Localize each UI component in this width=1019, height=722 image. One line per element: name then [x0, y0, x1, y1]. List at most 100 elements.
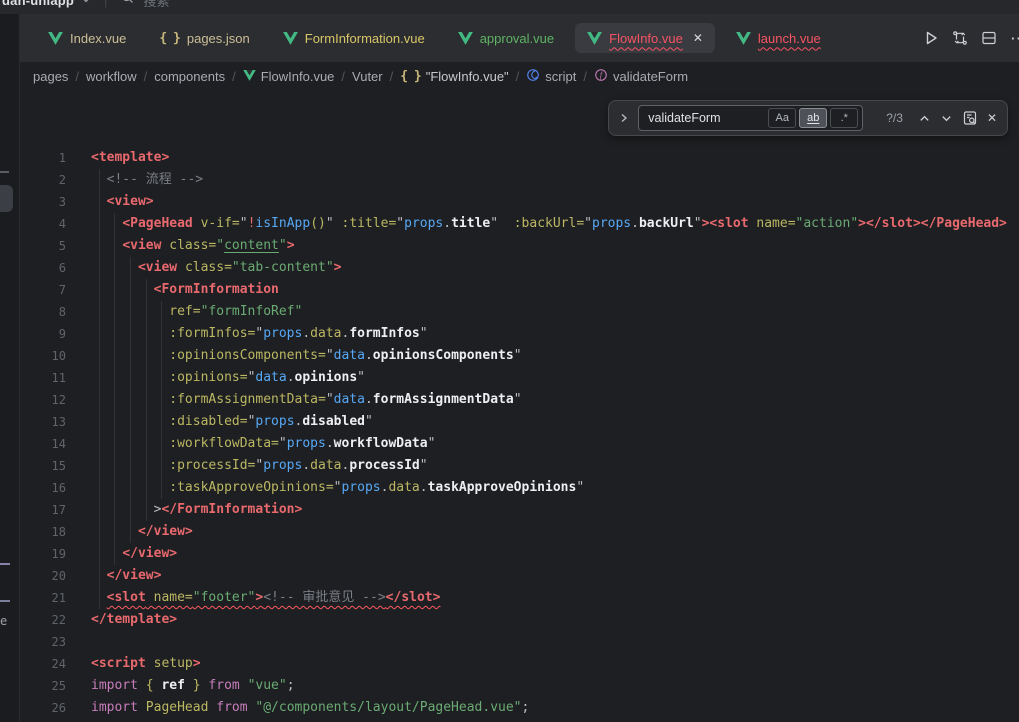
line-number[interactable]: 20 [20, 565, 66, 587]
split-editor-icon[interactable] [981, 30, 997, 46]
breadcrumb-item-vuter[interactable]: Vuter [352, 69, 383, 84]
breadcrumb-item-workflow[interactable]: workflow [86, 69, 137, 84]
code-line[interactable]: 5 <view class="content"> [20, 235, 1019, 257]
find-widget: Aa ab .* ?/3 ✕ [608, 100, 1008, 136]
code-line[interactable]: 21 <slot name="footer"><!-- 审批意见 --></sl… [20, 587, 1019, 609]
code-line[interactable]: 13 :disabled="props.disabled" [20, 411, 1019, 433]
line-number[interactable]: 9 [20, 323, 66, 345]
line-number[interactable]: 24 [20, 653, 66, 675]
tab-launch-vue[interactable]: launch.vue [724, 23, 833, 53]
line-number[interactable]: 15 [20, 455, 66, 477]
line-number[interactable]: 3 [20, 191, 66, 213]
function-icon: f [594, 68, 608, 85]
breadcrumb-label: FlowInfo.vue [261, 69, 335, 84]
code-line[interactable]: 24<script setup> [20, 653, 1019, 675]
line-number[interactable]: 8 [20, 301, 66, 323]
tab-index-vue[interactable]: Index.vue [36, 23, 138, 53]
breadcrumb-item-pages[interactable]: pages [33, 69, 68, 84]
line-text: </view> [66, 565, 161, 587]
line-number[interactable]: 7 [20, 279, 66, 301]
code-line[interactable]: 14 :workflowData="props.workflowData" [20, 433, 1019, 455]
breadcrumb-item-flowinfovue[interactable]: FlowInfo.vue [243, 69, 335, 84]
code-line[interactable]: 17 ></FormInformation> [20, 499, 1019, 521]
tab-flowinfo-vue[interactable]: FlowInfo.vue✕ [575, 23, 715, 53]
search-label: 搜索 [143, 0, 169, 10]
line-number[interactable]: 13 [20, 411, 66, 433]
code-line[interactable]: 18 </view> [20, 521, 1019, 543]
open-find-window-button[interactable] [962, 110, 978, 126]
more-icon[interactable]: ⋯ [1010, 30, 1019, 47]
code-line[interactable]: 7 <FormInformation [20, 279, 1019, 301]
code-line[interactable]: 11 :opinions="data.opinions" [20, 367, 1019, 389]
code-line[interactable]: 10 :opinionsComponents="data.opinionsCom… [20, 345, 1019, 367]
code-line[interactable]: 22</template> [20, 609, 1019, 631]
breadcrumb-label: "FlowInfo.vue" [426, 69, 509, 84]
braces-icon: { } [159, 31, 179, 46]
line-number[interactable]: 25 [20, 675, 66, 697]
line-number[interactable]: 6 [20, 257, 66, 279]
line-number[interactable]: 5 [20, 235, 66, 257]
breadcrumb-item-flowinfovue[interactable]: { }"FlowInfo.vue" [400, 68, 508, 84]
line-number[interactable]: 19 [20, 543, 66, 565]
words-button[interactable]: ab [799, 108, 827, 128]
code-line[interactable]: 23 [20, 631, 1019, 653]
stripe-divider [0, 171, 9, 173]
line-number[interactable]: 23 [20, 631, 66, 653]
next-match-button[interactable] [940, 112, 953, 125]
code-line[interactable]: 3 <view> [20, 191, 1019, 213]
regex-button[interactable]: .* [830, 108, 858, 128]
global-search-button[interactable]: 搜索 [120, 0, 169, 10]
line-number[interactable]: 21 [20, 587, 66, 609]
code-line[interactable]: 25import { ref } from "vue"; [20, 675, 1019, 697]
breadcrumb-item-validateform[interactable]: f validateForm [594, 68, 688, 85]
close-find-icon[interactable]: ✕ [987, 112, 997, 124]
line-number[interactable]: 18 [20, 521, 66, 543]
breadcrumb-label: pages [33, 69, 68, 84]
line-number[interactable]: 10 [20, 345, 66, 367]
breadcrumb-item-components[interactable]: components [154, 69, 225, 84]
code-line[interactable]: 15 :processId="props.data.processId" [20, 455, 1019, 477]
project-name[interactable]: dan-uniapp [2, 0, 74, 8]
code-line[interactable]: 6 <view class="tab-content"> [20, 257, 1019, 279]
line-number[interactable]: 1 [20, 147, 66, 169]
line-number[interactable]: 11 [20, 367, 66, 389]
line-text: <slot name="footer"><!-- 审批意见 --></slot> [66, 587, 440, 609]
breadcrumb-separator: / [516, 69, 520, 84]
code-line[interactable]: 20 </view> [20, 565, 1019, 587]
line-number[interactable]: 2 [20, 169, 66, 191]
code-line[interactable]: 26import PageHead from "@/components/lay… [20, 697, 1019, 719]
line-number[interactable]: 14 [20, 433, 66, 455]
code-line[interactable]: 4 <PageHead v-if="!isInApp()" :title="pr… [20, 213, 1019, 235]
close-tab-icon[interactable]: ✕ [693, 32, 703, 44]
line-number[interactable]: 12 [20, 389, 66, 411]
chevron-down-icon[interactable] [81, 0, 91, 5]
code-area[interactable]: 1<template>2 <!-- 流程 -->3 <view>4 <PageH… [20, 90, 1019, 722]
code-line[interactable]: 2 <!-- 流程 --> [20, 169, 1019, 191]
line-number[interactable]: 17 [20, 499, 66, 521]
tab-forminformation-vue[interactable]: FormInformation.vue [271, 23, 437, 53]
editor[interactable]: pages/workflow/components/FlowInfo.vue/V… [20, 62, 1019, 722]
code-line[interactable]: 1<template> [20, 147, 1019, 169]
breadcrumb: pages/workflow/components/FlowInfo.vue/V… [20, 62, 1019, 90]
line-number[interactable]: 22 [20, 609, 66, 631]
find-input[interactable] [646, 110, 765, 126]
sync-icon[interactable] [952, 30, 968, 46]
run-icon[interactable] [923, 30, 939, 46]
line-number[interactable]: 26 [20, 697, 66, 719]
code-line[interactable]: 9 :formInfos="props.data.formInfos" [20, 323, 1019, 345]
code-line[interactable]: 8 ref="formInfoRef" [20, 301, 1019, 323]
tool-window-button[interactable] [0, 185, 13, 212]
line-number[interactable]: 4 [20, 213, 66, 235]
code-line[interactable]: 12 :formAssignmentData="data.formAssignm… [20, 389, 1019, 411]
breadcrumb-item-script[interactable]: script [526, 68, 576, 85]
previous-match-button[interactable] [918, 112, 931, 125]
find-box: Aa ab .* [638, 105, 863, 131]
match-case-button[interactable]: Aa [768, 108, 796, 128]
find-expand-icon[interactable] [619, 112, 629, 124]
code-line[interactable]: 19 </view> [20, 543, 1019, 565]
tab-approval-vue[interactable]: approval.vue [446, 23, 566, 53]
line-number[interactable]: 16 [20, 477, 66, 499]
tab-pages-json[interactable]: { }pages.json [147, 23, 261, 53]
code-line[interactable]: 16 :taskApproveOpinions="props.data.task… [20, 477, 1019, 499]
breadcrumb-label: validateForm [613, 69, 688, 84]
